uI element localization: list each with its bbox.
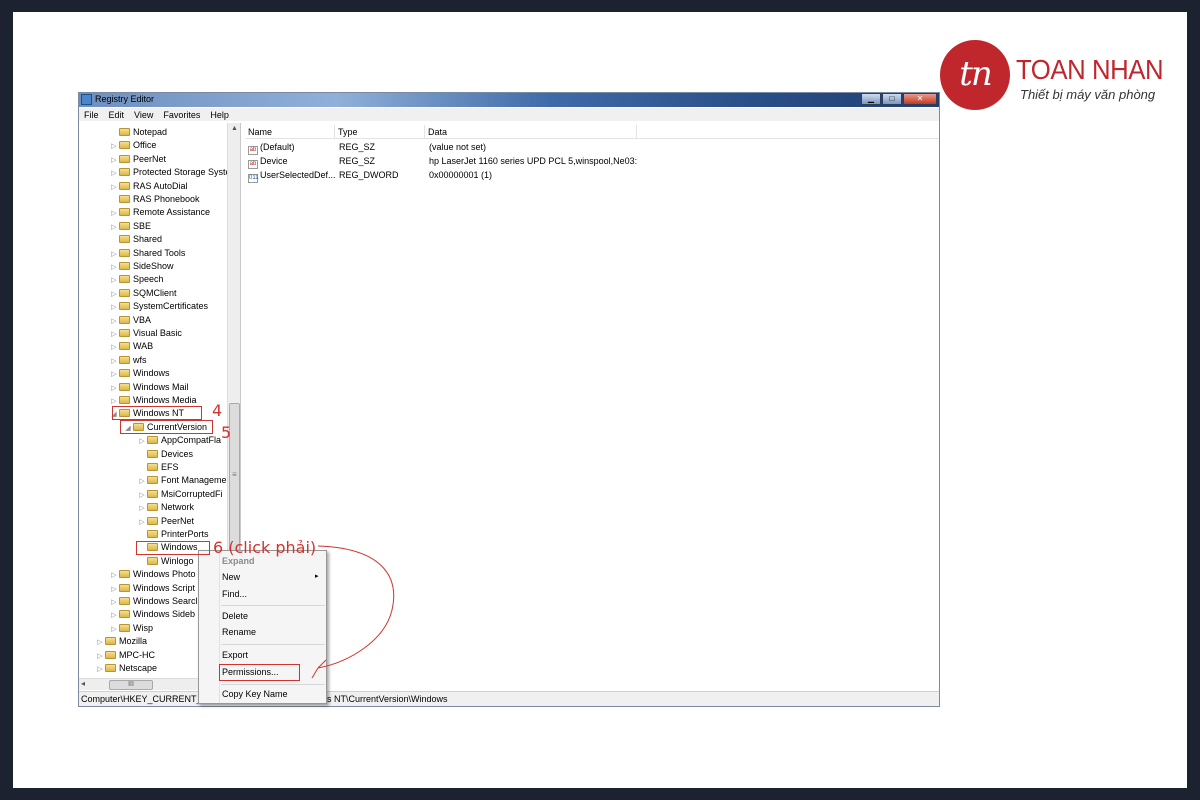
annotation-arrow-icon: [311, 545, 395, 679]
